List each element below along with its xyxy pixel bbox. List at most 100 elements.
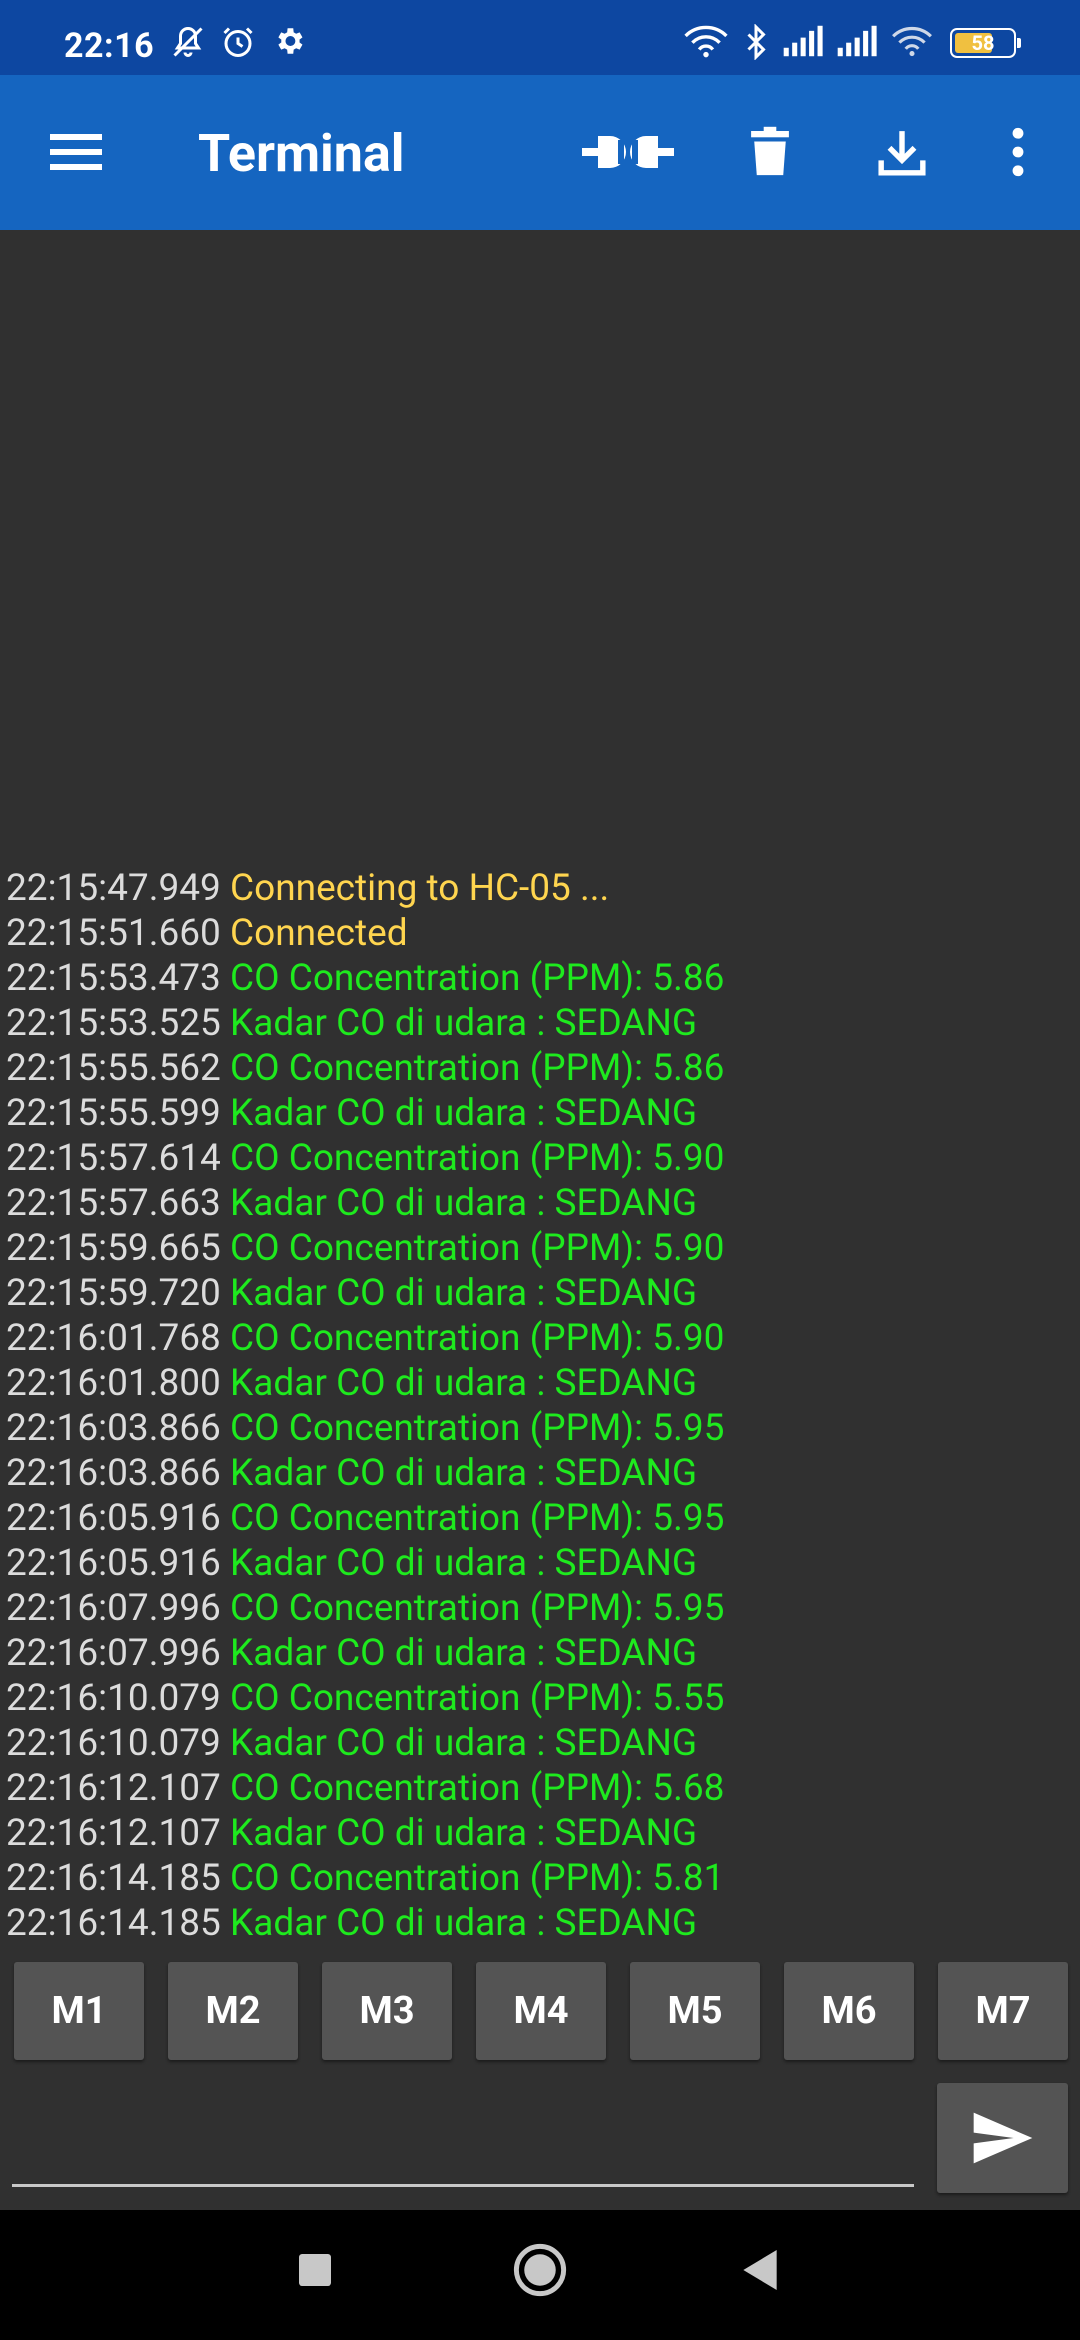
log-line: 22:15:55.562 CO Concentration (PPM): 5.8… (6, 1046, 724, 1091)
log-text: CO Concentration (PPM): 5.68 (230, 1767, 725, 1810)
log-line: 22:15:47.949 Connecting to HC-05 ... (6, 866, 609, 911)
log-time: 22:15:53.473 (6, 957, 221, 1000)
log-line: 22:16:14.185 CO Concentration (PPM): 5.8… (6, 1856, 724, 1901)
log-line: 22:16:03.866 Kadar CO di udara : SEDANG (6, 1451, 697, 1496)
log-time: 22:16:14.185 (6, 1902, 221, 1945)
log-text: Kadar CO di udara : SEDANG (230, 1362, 698, 1405)
log-time: 22:15:51.660 (6, 912, 221, 955)
log-text: CO Concentration (PPM): 5.95 (230, 1407, 725, 1450)
log-text: Connecting to HC-05 ... (230, 867, 610, 910)
more-options-button[interactable] (988, 120, 1048, 184)
delete-icon (751, 126, 789, 176)
log-text: Kadar CO di udara : SEDANG (230, 1812, 698, 1855)
log-line: 22:15:53.473 CO Concentration (PPM): 5.8… (6, 956, 724, 1001)
macro-button-m3[interactable]: M3 (322, 1962, 452, 2060)
home-circle-icon (513, 2243, 567, 2297)
connect-button[interactable] (578, 120, 678, 184)
signal-icon (782, 24, 826, 62)
macro-button-m5[interactable]: M5 (630, 1962, 760, 2060)
log-time: 22:15:53.525 (6, 1002, 221, 1045)
macro-button-m2[interactable]: M2 (168, 1962, 298, 2060)
status-bar: 22:16 58 (0, 0, 1080, 75)
log-line: 22:16:07.996 Kadar CO di udara : SEDANG (6, 1631, 697, 1676)
log-time: 22:16:10.079 (6, 1677, 221, 1720)
log-time: 22:15:59.665 (6, 1227, 221, 1270)
log-line: 22:16:03.866 CO Concentration (PPM): 5.9… (6, 1406, 724, 1451)
download-icon (878, 131, 926, 176)
log-text: Connected (230, 912, 408, 955)
log-text: CO Concentration (PPM): 5.81 (230, 1857, 725, 1900)
log-time: 22:16:14.185 (6, 1857, 221, 1900)
log-time: 22:16:05.916 (6, 1497, 221, 1540)
battery-icon: 58 (950, 28, 1021, 62)
log-time: 22:16:01.768 (6, 1317, 221, 1360)
gear-icon (272, 24, 306, 62)
log-line: 22:16:05.916 Kadar CO di udara : SEDANG (6, 1541, 697, 1586)
message-input[interactable] (12, 2100, 916, 2182)
recents-square-icon (299, 2254, 331, 2286)
log-line: 22:16:01.800 Kadar CO di udara : SEDANG (6, 1361, 697, 1406)
page-title: Terminal (198, 123, 405, 184)
log-line: 22:15:59.665 CO Concentration (PPM): 5.9… (6, 1226, 724, 1271)
log-time: 22:16:03.866 (6, 1407, 221, 1450)
send-button[interactable] (937, 2083, 1068, 2193)
log-time: 22:15:55.562 (6, 1047, 221, 1090)
log-text: Kadar CO di udara : SEDANG (230, 1902, 698, 1945)
back-triangle-icon (743, 2250, 777, 2290)
terminal-output[interactable]: 22:15:47.949 Connecting to HC-05 ... 22:… (0, 230, 1080, 1950)
log-text: CO Concentration (PPM): 5.90 (230, 1227, 725, 1270)
menu-button[interactable] (36, 120, 116, 184)
bell-off-icon (170, 24, 206, 64)
app-bar: Terminal (0, 75, 1080, 230)
log-text: Kadar CO di udara : SEDANG (230, 1632, 698, 1675)
macro-button-m1[interactable]: M1 (14, 1962, 144, 2060)
send-icon (973, 2112, 1032, 2164)
log-line: 22:16:12.107 CO Concentration (PPM): 5.6… (6, 1766, 724, 1811)
log-line: 22:16:12.107 Kadar CO di udara : SEDANG (6, 1811, 697, 1856)
macro-button-m7[interactable]: M7 (938, 1962, 1068, 2060)
log-time: 22:16:03.866 (6, 1452, 221, 1495)
macro-button-m6[interactable]: M6 (784, 1962, 914, 2060)
log-text: CO Concentration (PPM): 5.90 (230, 1317, 725, 1360)
log-line: 22:15:57.663 Kadar CO di udara : SEDANG (6, 1181, 697, 1226)
log-time: 22:16:12.107 (6, 1767, 221, 1810)
log-time: 22:16:07.996 (6, 1632, 221, 1675)
log-time: 22:15:59.720 (6, 1272, 221, 1315)
macro-button-m4[interactable]: M4 (476, 1962, 606, 2060)
alarm-icon (220, 24, 256, 64)
download-button[interactable] (870, 120, 934, 184)
log-text: Kadar CO di udara : SEDANG (230, 1002, 698, 1045)
log-time: 22:16:05.916 (6, 1542, 221, 1585)
signal-icon (836, 24, 880, 62)
back-button[interactable] (725, 2235, 795, 2305)
log-line: 22:15:59.720 Kadar CO di udara : SEDANG (6, 1271, 697, 1316)
wifi-link-icon (682, 24, 730, 62)
log-line: 22:16:14.185 Kadar CO di udara : SEDANG (6, 1901, 697, 1946)
input-underline (12, 2184, 914, 2187)
log-time: 22:16:10.079 (6, 1722, 221, 1765)
status-time: 22:16 (64, 26, 155, 66)
log-text: Kadar CO di udara : SEDANG (230, 1182, 698, 1225)
log-time: 22:15:47.949 (6, 867, 221, 910)
log-time: 22:15:57.663 (6, 1182, 221, 1225)
log-text: CO Concentration (PPM): 5.86 (230, 957, 725, 1000)
navigation-bar (0, 2210, 1080, 2340)
log-line: 22:16:01.768 CO Concentration (PPM): 5.9… (6, 1316, 724, 1361)
log-time: 22:15:55.599 (6, 1092, 221, 1135)
connect-icon (582, 136, 674, 168)
log-line: 22:15:51.660 Connected (6, 911, 408, 956)
log-text: Kadar CO di udara : SEDANG (230, 1272, 698, 1315)
log-time: 22:16:07.996 (6, 1587, 221, 1630)
delete-button[interactable] (738, 120, 802, 184)
log-text: CO Concentration (PPM): 5.95 (230, 1497, 725, 1540)
more-vert-icon (1012, 127, 1024, 177)
log-text: CO Concentration (PPM): 5.95 (230, 1587, 725, 1630)
recents-button[interactable] (280, 2235, 350, 2305)
log-line: 22:16:05.916 CO Concentration (PPM): 5.9… (6, 1496, 724, 1541)
log-text: Kadar CO di udara : SEDANG (230, 1542, 698, 1585)
log-time: 22:16:01.800 (6, 1362, 221, 1405)
home-button[interactable] (505, 2235, 575, 2305)
log-text: Kadar CO di udara : SEDANG (230, 1452, 698, 1495)
wifi-icon (890, 24, 934, 62)
log-text: CO Concentration (PPM): 5.86 (230, 1047, 725, 1090)
